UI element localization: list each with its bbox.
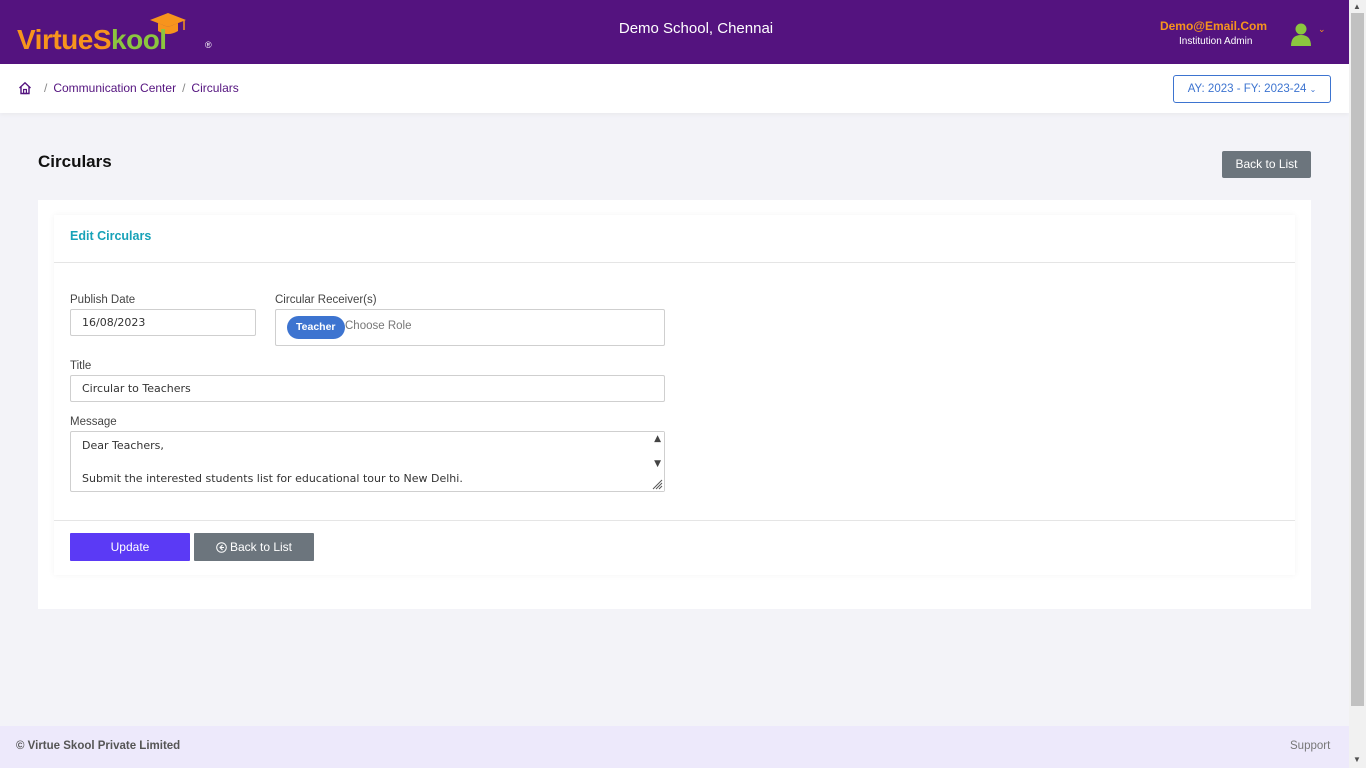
breadcrumb-bar: / Communication Center / Circulars AY: 2023… [0, 64, 1349, 113]
receivers-label: Circular Receiver(s) [275, 294, 377, 306]
divider [54, 262, 1295, 263]
academic-year-value: AY: 2023 - FY: 2023-24 [1187, 83, 1307, 95]
breadcrumb: / Communication Center / Circulars [38, 81, 239, 95]
user-role: Institution Admin [1179, 36, 1253, 47]
top-header: VirtueSkool ® Demo School, Chennai Demo@… [0, 0, 1349, 64]
scroll-down-icon[interactable]: ▼ [654, 459, 661, 469]
message-line-2: Submit the interested students list for … [82, 472, 463, 485]
user-icon[interactable] [1290, 22, 1312, 46]
title-label: Title [70, 360, 92, 372]
title-input[interactable]: Circular to Teachers [70, 375, 665, 402]
chevron-down-icon: ⌄ [1309, 85, 1317, 94]
home-icon[interactable] [18, 81, 32, 95]
publish-date-label: Publish Date [70, 294, 136, 306]
back-to-list-label: Back to List [229, 540, 293, 554]
receivers-placeholder: Choose Role [345, 320, 412, 332]
scroll-down-icon[interactable]: ▼ [1353, 755, 1361, 764]
page-scrollbar[interactable]: ▲ ▼ [1349, 0, 1366, 768]
academic-year-select[interactable]: AY: 2023 - FY: 2023-24 ⌄ [1173, 75, 1331, 103]
logo-registered-mark: ® [205, 40, 212, 50]
back-to-list-button-top[interactable]: Back to List [1222, 151, 1311, 178]
copyright-text: © Virtue Skool Private Limited [16, 740, 181, 752]
scroll-up-icon[interactable]: ▲ [1353, 2, 1361, 11]
card-title: Edit Circulars [70, 229, 152, 243]
receiver-chip-teacher[interactable]: Teacher [287, 316, 345, 339]
scroll-up-icon[interactable]: ▲ [654, 434, 661, 444]
scrollbar-thumb[interactable] [1351, 13, 1364, 706]
page-title: Circulars [38, 152, 112, 171]
breadcrumb-separator: / [182, 81, 186, 95]
message-label: Message [70, 416, 117, 428]
title-value: Circular to Teachers [82, 382, 191, 395]
publish-date-value: 16/08/2023 [82, 316, 146, 329]
receivers-select[interactable]: Teacher Choose Role [275, 309, 665, 346]
support-link[interactable]: Support [1290, 740, 1330, 752]
message-line-1: Dear Teachers, [82, 439, 164, 452]
arrow-circle-left-icon [216, 542, 227, 553]
resize-grip-icon[interactable] [651, 478, 663, 490]
footer: © Virtue Skool Private Limited Support [0, 726, 1349, 768]
publish-date-input[interactable]: 16/08/2023 [70, 309, 256, 336]
user-email[interactable]: Demo@Email.Com [1160, 19, 1267, 33]
chevron-down-icon[interactable]: ⌄ [1318, 24, 1326, 35]
breadcrumb-separator: / [44, 81, 48, 95]
breadcrumb-communication-center[interactable]: Communication Center [53, 81, 176, 95]
message-textarea[interactable]: Dear Teachers, Submit the interested stu… [70, 431, 665, 492]
divider [54, 520, 1295, 521]
update-button[interactable]: Update [70, 533, 190, 561]
breadcrumb-circulars[interactable]: Circulars [191, 81, 238, 95]
back-to-list-button[interactable]: Back to List [194, 533, 314, 561]
